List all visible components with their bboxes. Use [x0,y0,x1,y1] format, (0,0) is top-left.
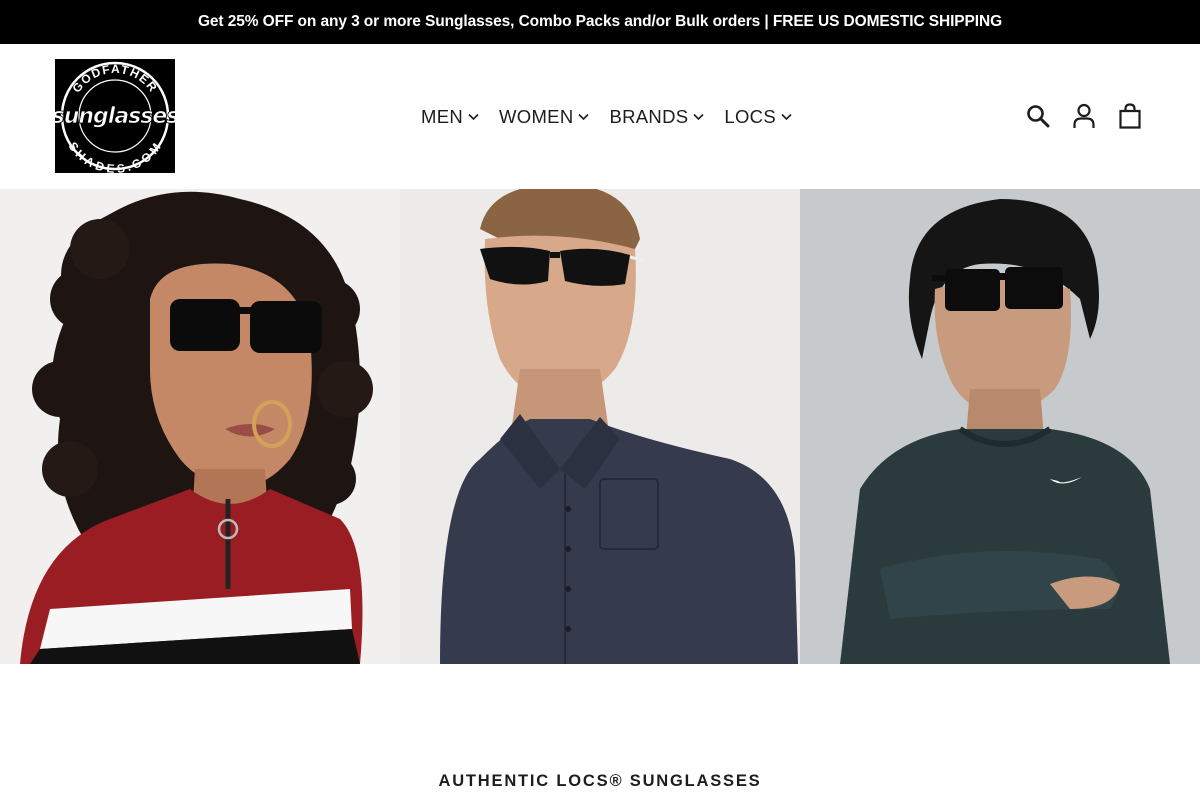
section-title: AUTHENTIC LOCS® SUNGLASSES [438,772,762,790]
main-nav: MEN WOMEN BRANDS LOCS [411,104,802,130]
hero-panel-woman[interactable] [0,189,400,664]
search-icon[interactable] [1024,102,1052,130]
account-icon[interactable] [1070,102,1098,130]
nav-item-label: MEN [421,106,464,127]
nav-item-label: BRANDS [609,106,689,127]
nav-item-label: WOMEN [499,106,574,127]
site-header: GODFATHER SHADES.COM sunglasses MEN WOME… [0,44,1200,189]
announcement-bar: Get 25% OFF on any 3 or more Sunglasses,… [0,0,1200,44]
logo-script-text: sunglasses [55,104,175,129]
chevron-down-icon [468,113,479,121]
chevron-down-icon [781,113,792,121]
woman-sunglasses-image [0,189,400,664]
young-man-sunglasses-image [800,189,1200,664]
site-logo[interactable]: GODFATHER SHADES.COM sunglasses [55,59,175,173]
man-sunglasses-image [400,189,800,664]
hero-panel-man-navy-shirt[interactable] [400,189,800,664]
nav-item-locs[interactable]: LOCS [714,104,802,130]
nav-item-women[interactable]: WOMEN [489,104,599,130]
cart-icon[interactable] [1116,102,1144,130]
chevron-down-icon [693,113,704,121]
chevron-down-icon [578,113,590,121]
nav-item-brands[interactable]: BRANDS [599,104,714,130]
hero-image-grid [0,189,1200,664]
header-icons [1024,102,1144,130]
hero-panel-young-man-sweatshirt[interactable] [800,189,1200,664]
nav-item-label: LOCS [724,106,776,127]
announcement-text: Get 25% OFF on any 3 or more Sunglasses,… [197,13,1003,30]
nav-item-men[interactable]: MEN [411,104,489,130]
